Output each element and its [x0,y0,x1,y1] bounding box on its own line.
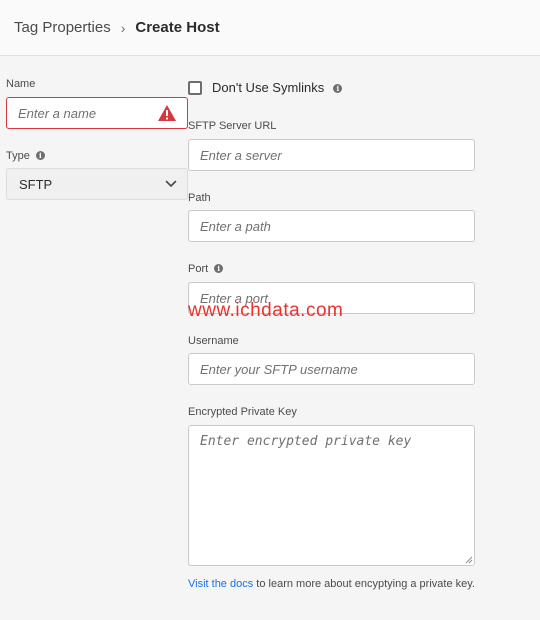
symlinks-checkbox[interactable] [188,81,202,95]
username-label: Username [188,335,239,347]
type-select[interactable]: SFTP [6,168,188,200]
symlinks-label-text: Don't Use Symlinks [212,80,325,95]
info-icon[interactable]: i [35,151,45,160]
breadcrumb: Tag Properties › Create Host [0,0,540,56]
breadcrumb-tag-properties[interactable]: Tag Properties [14,19,111,36]
port-label: Port i [188,263,224,275]
username-input[interactable] [188,353,475,385]
info-icon[interactable]: i [333,84,343,93]
alert-icon [158,105,176,121]
chevron-down-icon [165,180,177,187]
info-icon[interactable]: i [214,264,224,273]
private-key-label: Encrypted Private Key [188,406,297,418]
name-label: Name [6,78,36,90]
path-input[interactable] [188,210,475,242]
server-url-label: SFTP Server URL [188,120,277,132]
type-select-value: SFTP [19,177,53,192]
help-rest-text: to learn more about encyptying a private… [253,578,475,590]
watermark-text: www.ichdata.com [188,300,344,321]
page-title: Create Host [135,19,220,36]
breadcrumb-separator: › [120,19,126,36]
docs-link[interactable]: Visit the docs [188,578,253,590]
path-label: Path [188,192,211,204]
help-text: Visit the docs to learn more about encyp… [188,578,475,590]
type-label: Type i [6,150,45,162]
type-label-text: Type [6,150,30,162]
server-url-input[interactable] [188,139,475,171]
symlinks-label[interactable]: Don't Use Symlinks i [212,80,343,95]
resize-grip-icon[interactable] [465,556,473,564]
private-key-textarea[interactable] [188,425,475,566]
port-label-text: Port [188,263,209,275]
